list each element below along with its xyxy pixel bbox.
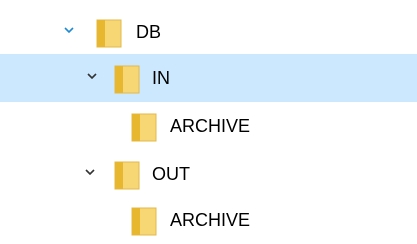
chevron-down-icon[interactable] [87, 73, 97, 79]
folder-icon [131, 113, 157, 142]
tree-item-label: DB [136, 22, 162, 42]
tree-item-out[interactable]: OUT [0, 150, 417, 198]
tree-item-in-archive[interactable]: ARCHIVE [0, 102, 417, 150]
folder-icon [114, 65, 140, 94]
tree-item-out-archive[interactable]: ARCHIVE [0, 196, 417, 244]
tree-item-db[interactable]: DB [0, 8, 417, 56]
folder-icon [96, 19, 122, 48]
tree-item-label: IN [152, 68, 170, 88]
tree-item-label: ARCHIVE [170, 116, 251, 136]
tree-item-label: ARCHIVE [170, 210, 251, 230]
chevron-down-icon[interactable] [64, 27, 74, 33]
folder-tree: DB IN ARCHIVE OUT ARCHIVE [0, 0, 417, 244]
folder-icon [114, 161, 140, 190]
tree-item-in[interactable]: IN [0, 54, 417, 102]
chevron-down-icon[interactable] [85, 169, 95, 175]
folder-icon [131, 207, 157, 236]
tree-item-label: OUT [152, 164, 190, 184]
